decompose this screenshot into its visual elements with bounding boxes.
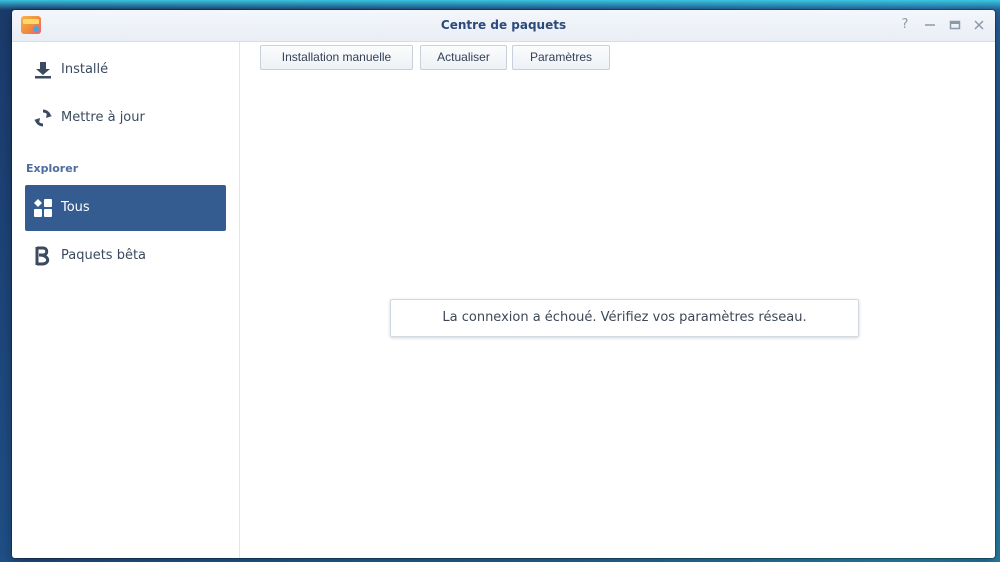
- refresh-icon: [33, 108, 53, 128]
- sidebar: Installé Mettre à jour Explorer Tous Paq…: [12, 42, 240, 558]
- connection-error-message: La connexion a échoué. Vérifiez vos para…: [390, 299, 859, 337]
- help-icon[interactable]: ?: [898, 18, 912, 32]
- sidebar-item-beta-packages[interactable]: Paquets bêta: [25, 233, 226, 279]
- refresh-button[interactable]: Actualiser: [420, 45, 507, 70]
- title-bar[interactable]: Centre de paquets ?: [12, 10, 995, 42]
- manual-install-button[interactable]: Installation manuelle: [260, 45, 413, 70]
- section-label-explorer: Explorer: [26, 162, 79, 175]
- sidebar-item-label: Tous: [61, 200, 90, 215]
- settings-button[interactable]: Paramètres: [512, 45, 610, 70]
- maximize-icon[interactable]: [948, 18, 962, 32]
- sidebar-item-installed[interactable]: Installé: [25, 47, 226, 93]
- window-title: Centre de paquets: [440, 18, 567, 32]
- grid-icon: [33, 198, 53, 218]
- download-icon: [33, 60, 53, 80]
- beta-icon: [33, 246, 53, 266]
- package-center-window: Centre de paquets ? Installé Mettre à jo…: [12, 10, 995, 558]
- minimize-icon[interactable]: [923, 18, 937, 32]
- close-icon[interactable]: [972, 18, 986, 32]
- sidebar-item-update[interactable]: Mettre à jour: [25, 95, 226, 141]
- sidebar-item-all[interactable]: Tous: [25, 185, 226, 231]
- sidebar-item-label: Paquets bêta: [61, 248, 147, 263]
- sidebar-item-label: Mettre à jour: [61, 110, 145, 125]
- sidebar-item-label: Installé: [61, 62, 109, 77]
